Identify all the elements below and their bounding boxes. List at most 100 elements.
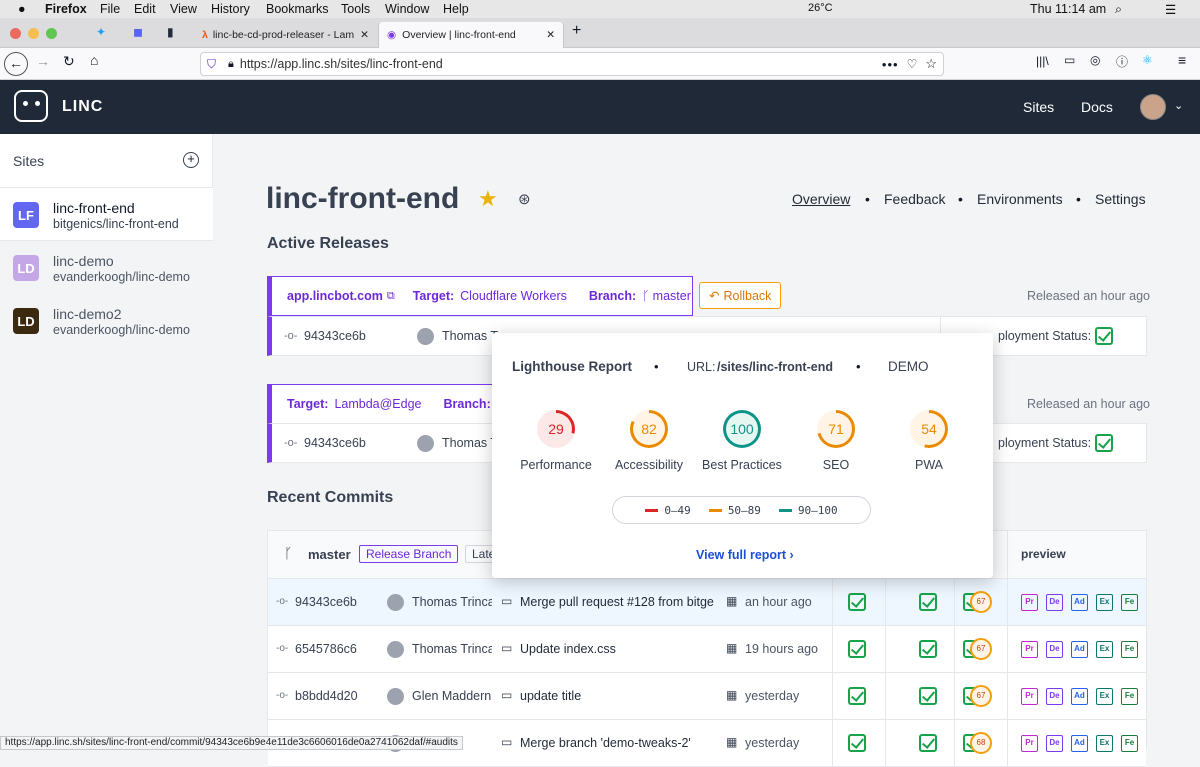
- preview-tool-ad-icon[interactable]: Ad: [1071, 688, 1088, 705]
- table-row[interactable]: -o-b8bdd4d20 Glen Maddern ▭ update title ▦ ye…: [268, 673, 1146, 720]
- menu-file[interactable]: File: [100, 2, 120, 16]
- twitter-pinned-tab-icon[interactable]: ✦: [96, 25, 106, 39]
- new-tab-icon[interactable]: +: [572, 22, 581, 40]
- url-text[interactable]: https://app.linc.sh/sites/linc-front-end: [240, 57, 443, 71]
- close-tab-icon[interactable]: ✕: [360, 29, 369, 41]
- extension-icon[interactable]: ⓘ: [1116, 53, 1128, 70]
- preview-tool-ad-icon[interactable]: Ad: [1071, 641, 1088, 658]
- back-icon[interactable]: ←: [4, 52, 28, 76]
- lighthouse-score-badge[interactable]: 67: [970, 638, 992, 660]
- bookmark-star-icon[interactable]: ☆: [925, 56, 937, 72]
- gauge-value: 54: [913, 413, 945, 445]
- table-row[interactable]: -o- 6545786c6 Thomas Trinca ▭ Update index.c…: [268, 626, 1146, 673]
- url-bar[interactable]: ⛉ 🔒︎ https://app.linc.sh/sites/linc-fron…: [200, 52, 944, 76]
- preview-tool-ex-icon[interactable]: Ex: [1096, 688, 1113, 705]
- preview-tool-ex-icon[interactable]: Ex: [1096, 735, 1113, 752]
- lighthouse-score-badge[interactable]: 67: [970, 591, 992, 613]
- commit-message[interactable]: Update index.css: [520, 642, 716, 656]
- react-devtools-icon[interactable]: ⚛: [1142, 53, 1153, 67]
- preview-tool-ex-icon[interactable]: Ex: [1096, 641, 1113, 658]
- preview-tool-fe-icon[interactable]: Fe: [1121, 735, 1138, 752]
- control-center-icon[interactable]: ☰: [1165, 2, 1176, 17]
- library-icon[interactable]: |||\: [1036, 54, 1049, 68]
- commit-sha[interactable]: 94343ce6b: [295, 595, 357, 609]
- preview-tool-ad-icon[interactable]: Ad: [1071, 735, 1088, 752]
- preview-tool-ex-icon[interactable]: Ex: [1096, 594, 1113, 611]
- app-menu[interactable]: Firefox: [45, 2, 87, 16]
- commit-message[interactable]: Merge branch 'demo-tweaks-2': [520, 736, 716, 750]
- menu-bookmarks[interactable]: Bookmarks: [266, 2, 329, 16]
- external-link-icon[interactable]: ⧉: [387, 290, 395, 303]
- preview-tool-fe-icon[interactable]: Fe: [1121, 688, 1138, 705]
- commit-sha[interactable]: 94343ce6b: [304, 436, 366, 450]
- preview-tool-de-icon[interactable]: De: [1046, 641, 1063, 658]
- maximize-window-button[interactable]: [46, 28, 57, 39]
- tab-settings[interactable]: Settings: [1095, 191, 1146, 207]
- star-icon[interactable]: ★: [478, 186, 498, 212]
- forward-icon[interactable]: →: [36, 53, 50, 69]
- reload-icon[interactable]: ↻: [63, 53, 75, 70]
- commit-icon: -o-: [284, 437, 298, 449]
- release-domain-link[interactable]: app.lincbot.com: [287, 289, 383, 303]
- lighthouse-score-badge[interactable]: 68: [970, 732, 992, 754]
- commit-author: Thomas Trinca: [412, 642, 492, 656]
- menu-view[interactable]: View: [170, 2, 197, 16]
- discord-pinned-tab-icon[interactable]: ◼: [133, 25, 143, 39]
- close-tab-icon[interactable]: ✕: [546, 29, 555, 41]
- preview-tool-pr-icon[interactable]: Pr: [1021, 735, 1038, 752]
- preview-tool-pr-icon[interactable]: Pr: [1021, 594, 1038, 611]
- tab-feedback[interactable]: Feedback: [884, 191, 945, 207]
- sidebar-item-linc-front-end[interactable]: LF linc-front-end bitgenics/linc-front-e…: [0, 188, 213, 241]
- pocket-icon[interactable]: ♡: [907, 57, 918, 71]
- linc-robot-logo-icon[interactable]: [14, 90, 48, 122]
- close-window-button[interactable]: [10, 28, 21, 39]
- rollback-button[interactable]: ↶ Rollback: [699, 282, 782, 309]
- nav-sites[interactable]: Sites: [1023, 99, 1054, 115]
- preview-tool-fe-icon[interactable]: Fe: [1121, 641, 1138, 658]
- trello-pinned-tab-icon[interactable]: ▮: [167, 25, 174, 39]
- table-row[interactable]: -o- 94343ce6b Thomas Trinca ▭ Merge pull req…: [268, 579, 1146, 626]
- lighthouse-score-badge[interactable]: 67: [970, 685, 992, 707]
- preview-tool-de-icon[interactable]: De: [1046, 688, 1063, 705]
- menu-help[interactable]: Help: [443, 2, 469, 16]
- commit-sha[interactable]: b8bdd4d20: [295, 689, 358, 703]
- commit-sha[interactable]: 6545786c6: [295, 642, 357, 656]
- tab-overview[interactable]: ◉ Overview | linc-front-end ✕: [378, 22, 564, 48]
- commit-message[interactable]: Merge pull request #128 from bitge: [520, 595, 716, 609]
- tab-environments[interactable]: Environments: [977, 191, 1063, 207]
- page-actions-icon[interactable]: •••: [882, 57, 899, 72]
- commit-message[interactable]: update title: [520, 689, 716, 703]
- preview-tool-de-icon[interactable]: De: [1046, 735, 1063, 752]
- preview-tool-pr-icon[interactable]: Pr: [1021, 641, 1038, 658]
- logo-text[interactable]: LINC: [62, 98, 103, 116]
- chevron-down-icon[interactable]: ⌄: [1174, 99, 1183, 112]
- apple-icon[interactable]: ●: [18, 2, 26, 16]
- lock-icon[interactable]: 🔒︎: [228, 58, 234, 71]
- nav-docs[interactable]: Docs: [1081, 99, 1113, 115]
- preview-tool-pr-icon[interactable]: Pr: [1021, 688, 1038, 705]
- page-title: linc-front-end: [266, 182, 460, 215]
- spotlight-icon[interactable]: ⌕: [1115, 2, 1122, 17]
- tab-overview[interactable]: Overview: [792, 191, 850, 207]
- add-site-icon[interactable]: +: [183, 152, 199, 168]
- menu-edit[interactable]: Edit: [134, 2, 156, 16]
- account-icon[interactable]: ◎: [1090, 53, 1100, 67]
- github-icon[interactable]: ⊛: [518, 190, 531, 208]
- preview-tool-de-icon[interactable]: De: [1046, 594, 1063, 611]
- hamburger-menu-icon[interactable]: ≡: [1178, 52, 1186, 68]
- menu-tools[interactable]: Tools: [341, 2, 370, 16]
- sidebar-item-linc-demo[interactable]: LD linc-demo evanderkoogh/linc-demo: [0, 241, 213, 294]
- avatar[interactable]: [1140, 94, 1166, 120]
- tracking-shield-icon[interactable]: ⛉: [207, 57, 216, 72]
- preview-tool-ad-icon[interactable]: Ad: [1071, 594, 1088, 611]
- commit-sha[interactable]: 94343ce6b: [304, 329, 366, 343]
- sidebar-toggle-icon[interactable]: ▭: [1064, 53, 1075, 67]
- preview-tool-fe-icon[interactable]: Fe: [1121, 594, 1138, 611]
- menu-window[interactable]: Window: [385, 2, 429, 16]
- menu-history[interactable]: History: [211, 2, 250, 16]
- sidebar-item-linc-demo2[interactable]: LD linc-demo2 evanderkoogh/linc-demo: [0, 294, 213, 347]
- minimize-window-button[interactable]: [28, 28, 39, 39]
- view-full-report-link[interactable]: View full report ›: [696, 548, 794, 562]
- home-icon[interactable]: ⌂: [90, 52, 98, 68]
- tab-lambda[interactable]: λ linc-be-cd-prod-releaser - Lam ✕: [194, 22, 374, 48]
